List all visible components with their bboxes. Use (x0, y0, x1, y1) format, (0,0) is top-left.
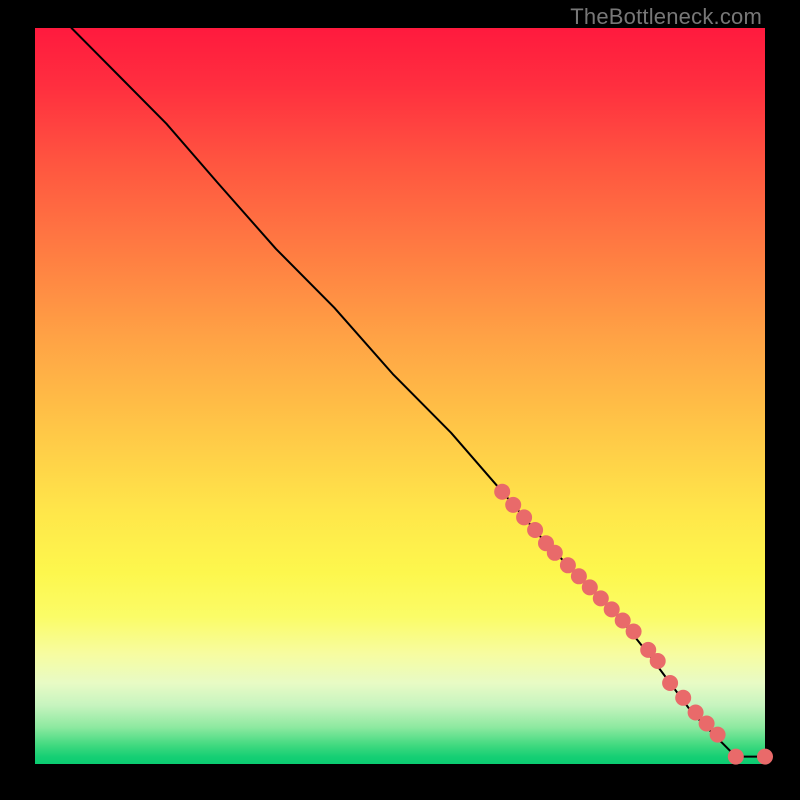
marker-dot (494, 484, 510, 500)
marker-dot (650, 653, 666, 669)
marker-dot (757, 749, 773, 765)
curve-line (72, 28, 766, 757)
marker-dot (675, 690, 691, 706)
marker-dot (662, 675, 678, 691)
curve-path (72, 28, 766, 757)
marker-dot (547, 545, 563, 561)
marker-dot (505, 497, 521, 513)
chart-svg (35, 28, 765, 764)
plot-area (35, 28, 765, 764)
attribution-text: TheBottleneck.com (570, 4, 762, 30)
scatter-markers (494, 484, 773, 765)
marker-dot (516, 509, 532, 525)
chart-stage: TheBottleneck.com (0, 0, 800, 800)
marker-dot (710, 727, 726, 743)
marker-dot (626, 624, 642, 640)
marker-dot (728, 749, 744, 765)
marker-dot (527, 522, 543, 538)
